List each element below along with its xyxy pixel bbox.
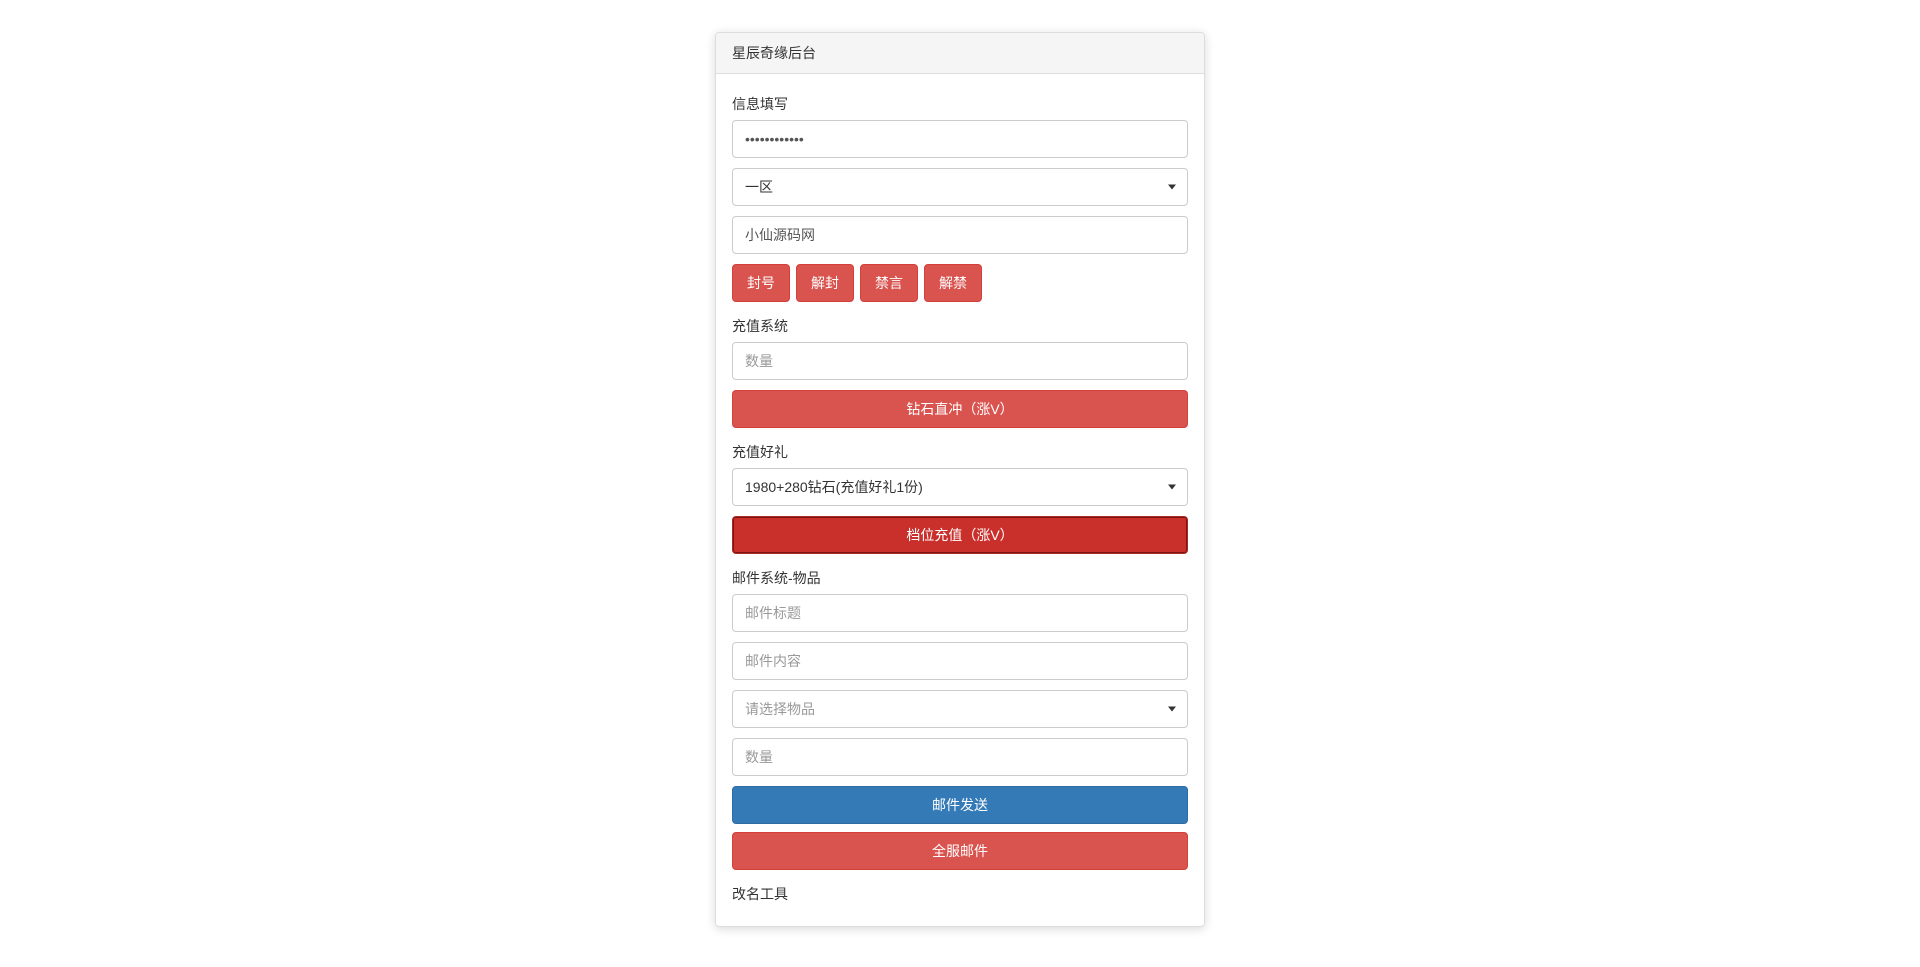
mail-item-select-value: 请选择物品 [732, 690, 1188, 728]
panel-title: 星辰奇缘后台 [716, 33, 1204, 74]
gift-section-label: 充值好礼 [732, 442, 1188, 462]
player-name-input[interactable] [732, 216, 1188, 254]
mail-section-label: 邮件系统-物品 [732, 568, 1188, 588]
caret-down-icon [1168, 707, 1176, 712]
gift-select[interactable]: 1980+280钻石(充值好礼1份) [732, 468, 1188, 506]
info-section-label: 信息填写 [732, 94, 1188, 114]
ban-button[interactable]: 封号 [732, 264, 790, 302]
recharge-amount-input[interactable] [732, 342, 1188, 380]
mail-qty-input[interactable] [732, 738, 1188, 776]
admin-panel: 星辰奇缘后台 信息填写 一区 封号 解封 禁言 解禁 充值系统 钻石直冲（涨V）… [715, 32, 1205, 927]
caret-down-icon [1168, 185, 1176, 190]
password-input[interactable] [732, 120, 1188, 158]
unmute-button[interactable]: 解禁 [924, 264, 982, 302]
recharge-section-label: 充值系统 [732, 316, 1188, 336]
mute-button[interactable]: 禁言 [860, 264, 918, 302]
mail-send-button[interactable]: 邮件发送 [732, 786, 1188, 824]
rename-section-label: 改名工具 [732, 884, 1188, 904]
unban-button[interactable]: 解封 [796, 264, 854, 302]
mail-title-input[interactable] [732, 594, 1188, 632]
mail-content-input[interactable] [732, 642, 1188, 680]
mail-broadcast-button[interactable]: 全服邮件 [732, 832, 1188, 870]
caret-down-icon [1168, 485, 1176, 490]
page-wrap: 星辰奇缘后台 信息填写 一区 封号 解封 禁言 解禁 充值系统 钻石直冲（涨V）… [0, 0, 1920, 967]
account-actions-row: 封号 解封 禁言 解禁 [732, 264, 1188, 302]
gift-select-value: 1980+280钻石(充值好礼1份) [732, 468, 1188, 506]
mail-item-select[interactable]: 请选择物品 [732, 690, 1188, 728]
diamond-recharge-button[interactable]: 钻石直冲（涨V） [732, 390, 1188, 428]
tier-recharge-button[interactable]: 档位充值（涨V） [732, 516, 1188, 554]
panel-body: 信息填写 一区 封号 解封 禁言 解禁 充值系统 钻石直冲（涨V） 充值好礼 1… [716, 74, 1204, 926]
zone-select-value: 一区 [732, 168, 1188, 206]
zone-select[interactable]: 一区 [732, 168, 1188, 206]
